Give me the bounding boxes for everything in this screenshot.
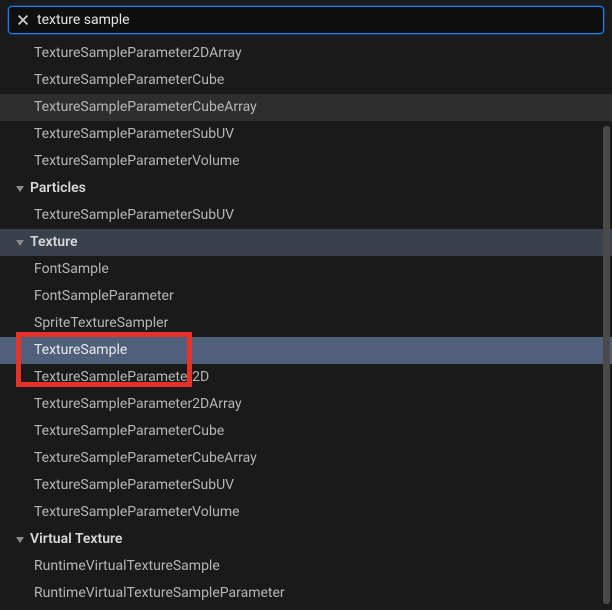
- tree-item-label: TextureSampleParameterSubUV: [0, 477, 234, 493]
- tree-item[interactable]: TextureSampleParameter2D: [0, 364, 612, 391]
- tree-item-label: TextureSampleParameterVolume: [0, 504, 240, 520]
- tree-item-label: FontSample: [0, 261, 109, 277]
- tree-item-label: TextureSampleParameterSubUV: [0, 207, 234, 223]
- tree-category[interactable]: Texture: [0, 229, 612, 256]
- chevron-down-icon: [14, 237, 26, 249]
- scrollbar-thumb[interactable]: [603, 126, 610, 604]
- tree-item-label: RuntimeVirtualTextureSampleParameter: [0, 585, 285, 601]
- results-tree: TextureSampleParameter2DArray TextureSamp…: [0, 38, 612, 607]
- search-bar: [8, 6, 604, 34]
- scrollbar[interactable]: [603, 126, 610, 604]
- tree-item-label: TextureSampleParameterCubeArray: [0, 450, 257, 466]
- tree-item[interactable]: TextureSampleParameterSubUV: [0, 121, 612, 148]
- tree-item[interactable]: SpriteTextureSampler: [0, 310, 612, 337]
- tree-item[interactable]: FontSampleParameter: [0, 283, 612, 310]
- tree-item[interactable]: RuntimeVirtualTextureSample: [0, 553, 612, 580]
- tree-item-label: Texture: [26, 229, 78, 256]
- tree-category[interactable]: Virtual Texture: [0, 526, 612, 553]
- tree-item-label: TextureSampleParameterCubeArray: [0, 99, 257, 115]
- tree-item-label: TextureSampleParameterVolume: [0, 153, 240, 169]
- tree-item[interactable]: TextureSampleParameter2DArray: [0, 391, 612, 418]
- tree-item[interactable]: TextureSampleParameterVolume: [0, 499, 612, 526]
- tree-item[interactable]: FontSample: [0, 256, 612, 283]
- tree-item-label: TextureSampleParameterCube: [0, 423, 224, 439]
- chevron-down-icon: [14, 534, 26, 546]
- context-menu-panel: TextureSampleParameter2DArray TextureSamp…: [0, 6, 612, 610]
- chevron-down-icon: [14, 183, 26, 195]
- tree-item-label: Particles: [26, 175, 86, 202]
- tree-item[interactable]: TextureSample: [0, 337, 612, 364]
- tree-item[interactable]: TextureSampleParameterVolume: [0, 148, 612, 175]
- tree-item[interactable]: TextureSampleParameterCubeArray: [0, 94, 612, 121]
- tree-item-label: TextureSampleParameter2D: [0, 369, 209, 385]
- tree-item[interactable]: TextureSampleParameterSubUV: [0, 202, 612, 229]
- tree-item[interactable]: TextureSampleParameterCube: [0, 418, 612, 445]
- tree-item-label: TextureSampleParameterCube: [0, 72, 224, 88]
- tree-item-label: SpriteTextureSampler: [0, 315, 168, 331]
- tree-item[interactable]: TextureSampleParameterSubUV: [0, 472, 612, 499]
- tree-item-label: TextureSampleParameter2DArray: [0, 396, 242, 412]
- tree-item-label: Virtual Texture: [26, 526, 122, 553]
- tree-item[interactable]: TextureSampleParameterCube: [0, 67, 612, 94]
- tree-item-label: TextureSampleParameter2DArray: [0, 45, 242, 61]
- tree-category[interactable]: Particles: [0, 175, 612, 202]
- tree-item-label: TextureSample: [0, 342, 127, 358]
- tree-item[interactable]: RuntimeVirtualTextureSampleParameter: [0, 580, 612, 607]
- tree-item-label: TextureSampleParameterSubUV: [0, 126, 234, 142]
- search-input[interactable]: [37, 12, 597, 28]
- tree-item-label: FontSampleParameter: [0, 288, 174, 304]
- tree-item[interactable]: TextureSampleParameterCubeArray: [0, 445, 612, 472]
- tree-item[interactable]: TextureSampleParameter2DArray: [0, 40, 612, 67]
- tree-item-label: RuntimeVirtualTextureSample: [0, 558, 220, 574]
- clear-search-icon[interactable]: [15, 12, 31, 28]
